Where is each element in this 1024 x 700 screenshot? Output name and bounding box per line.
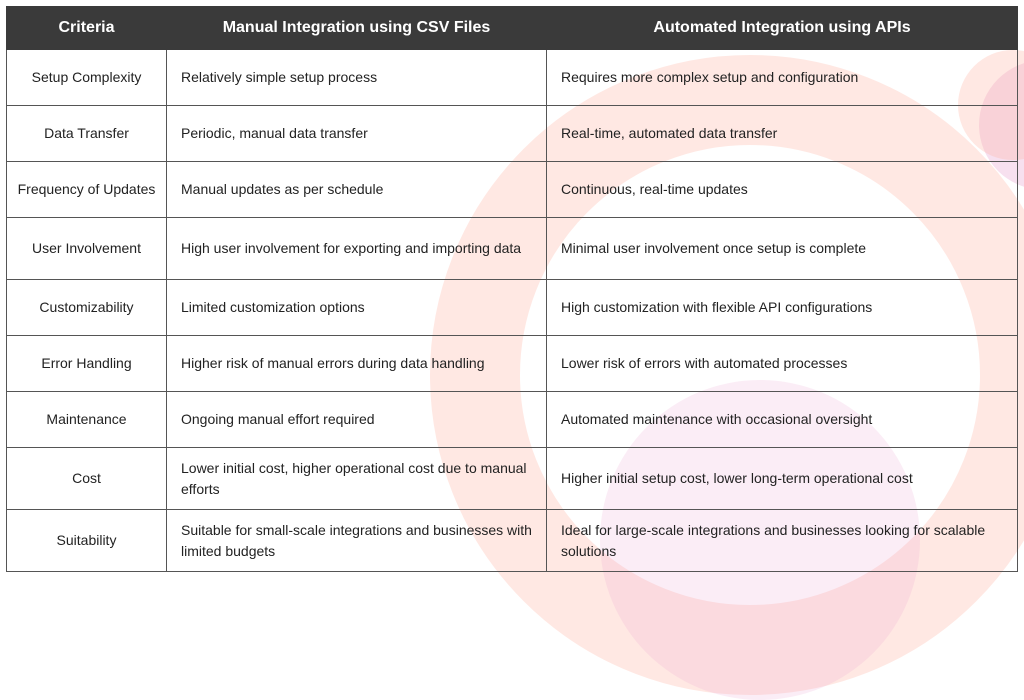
table-row: Data Transfer Periodic, manual data tran… bbox=[7, 106, 1018, 162]
automated-cell: Lower risk of errors with automated proc… bbox=[547, 336, 1018, 392]
manual-cell: Limited customization options bbox=[167, 280, 547, 336]
criteria-cell: Setup Complexity bbox=[7, 50, 167, 106]
table-row: Error Handling Higher risk of manual err… bbox=[7, 336, 1018, 392]
table-row: Setup Complexity Relatively simple setup… bbox=[7, 50, 1018, 106]
header-manual: Manual Integration using CSV Files bbox=[167, 7, 547, 50]
manual-cell: High user involvement for exporting and … bbox=[167, 218, 547, 280]
criteria-cell: Maintenance bbox=[7, 392, 167, 448]
table-row: User Involvement High user involvement f… bbox=[7, 218, 1018, 280]
automated-cell: High customization with flexible API con… bbox=[547, 280, 1018, 336]
criteria-cell: Suitability bbox=[7, 510, 167, 572]
comparison-table: Criteria Manual Integration using CSV Fi… bbox=[6, 6, 1018, 572]
table-body: Setup Complexity Relatively simple setup… bbox=[7, 50, 1018, 572]
table-row: Frequency of Updates Manual updates as p… bbox=[7, 162, 1018, 218]
manual-cell: Ongoing manual effort required bbox=[167, 392, 547, 448]
criteria-cell: Frequency of Updates bbox=[7, 162, 167, 218]
header-automated: Automated Integration using APIs bbox=[547, 7, 1018, 50]
criteria-cell: Cost bbox=[7, 448, 167, 510]
manual-cell: Manual updates as per schedule bbox=[167, 162, 547, 218]
criteria-cell: Error Handling bbox=[7, 336, 167, 392]
automated-cell: Automated maintenance with occasional ov… bbox=[547, 392, 1018, 448]
automated-cell: Real-time, automated data transfer bbox=[547, 106, 1018, 162]
manual-cell: Relatively simple setup process bbox=[167, 50, 547, 106]
manual-cell: Periodic, manual data transfer bbox=[167, 106, 547, 162]
table-row: Maintenance Ongoing manual effort requir… bbox=[7, 392, 1018, 448]
automated-cell: Continuous, real-time updates bbox=[547, 162, 1018, 218]
header-criteria: Criteria bbox=[7, 7, 167, 50]
comparison-table-container: Criteria Manual Integration using CSV Fi… bbox=[0, 0, 1024, 572]
automated-cell: Minimal user involvement once setup is c… bbox=[547, 218, 1018, 280]
table-row: Cost Lower initial cost, higher operatio… bbox=[7, 448, 1018, 510]
manual-cell: Lower initial cost, higher operational c… bbox=[167, 448, 547, 510]
manual-cell: Higher risk of manual errors during data… bbox=[167, 336, 547, 392]
manual-cell: Suitable for small-scale integrations an… bbox=[167, 510, 547, 572]
automated-cell: Ideal for large-scale integrations and b… bbox=[547, 510, 1018, 572]
table-row: Customizability Limited customization op… bbox=[7, 280, 1018, 336]
table-header-row: Criteria Manual Integration using CSV Fi… bbox=[7, 7, 1018, 50]
criteria-cell: Data Transfer bbox=[7, 106, 167, 162]
table-row: Suitability Suitable for small-scale int… bbox=[7, 510, 1018, 572]
automated-cell: Requires more complex setup and configur… bbox=[547, 50, 1018, 106]
criteria-cell: Customizability bbox=[7, 280, 167, 336]
criteria-cell: User Involvement bbox=[7, 218, 167, 280]
automated-cell: Higher initial setup cost, lower long-te… bbox=[547, 448, 1018, 510]
